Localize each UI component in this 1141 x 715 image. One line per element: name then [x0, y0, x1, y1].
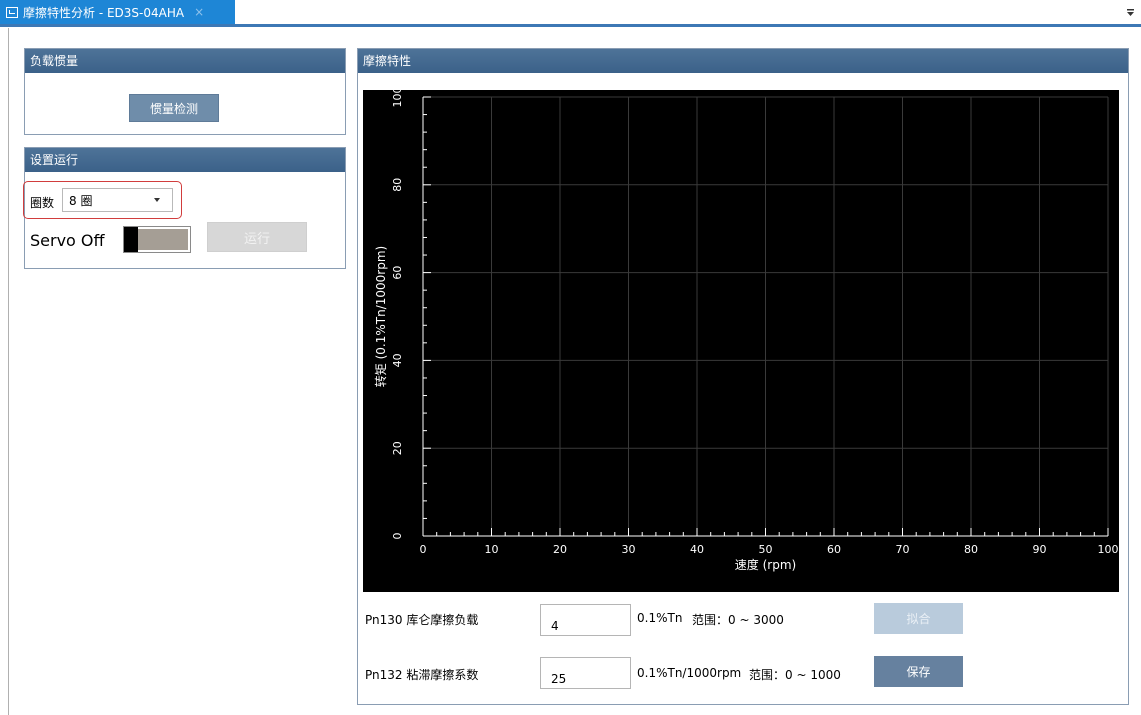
- pn132-unit: 0.1%Tn/1000rpm: [637, 666, 742, 680]
- x-axis-label: 速度 (rpm): [735, 557, 796, 572]
- y-tick-label: 100: [391, 90, 404, 108]
- y-tick-label: 0: [391, 533, 404, 540]
- x-tick-label: 70: [896, 543, 910, 556]
- x-tick-label: 100: [1098, 543, 1119, 556]
- servo-toggle-track: [136, 229, 188, 250]
- pn130-label: Pn130 库仑摩擦负载: [365, 613, 479, 627]
- run-setup-title: 设置运行: [25, 148, 345, 172]
- x-tick-label: 60: [827, 543, 841, 556]
- y-tick-label: 40: [391, 353, 404, 367]
- x-tick-label: 80: [964, 543, 978, 556]
- x-tick-label: 20: [553, 543, 567, 556]
- x-tick-label: 40: [690, 543, 704, 556]
- pn130-range: 范围：0 ~ 3000: [692, 613, 784, 627]
- tab-friction-analysis[interactable]: 摩擦特性分析 - ED3S-04AHA ×: [0, 0, 235, 24]
- chart-icon: [6, 6, 18, 18]
- servo-toggle-knob[interactable]: [124, 227, 138, 252]
- tab-title: 摩擦特性分析 - ED3S-04AHA: [23, 5, 185, 20]
- y-tick-label: 80: [391, 178, 404, 192]
- turns-highlight-box: [23, 181, 182, 219]
- pn130-unit: 0.1%Tn: [637, 611, 683, 625]
- tab-overflow-icon[interactable]: [1126, 8, 1135, 17]
- save-button[interactable]: 保存: [874, 656, 963, 687]
- load-inertia-title: 负载惯量: [25, 49, 345, 73]
- pn132-label: Pn132 粘滞摩擦系数: [365, 668, 479, 682]
- x-tick-label: 30: [622, 543, 636, 556]
- load-inertia-panel: 负载惯量 惯量检测: [24, 48, 346, 135]
- document-tab-bar: 摩擦特性分析 - ED3S-04AHA ×: [0, 0, 1141, 27]
- servo-label: Servo Off: [30, 231, 105, 250]
- friction-title: 摩擦特性: [358, 49, 1128, 73]
- y-tick-label: 60: [391, 266, 404, 280]
- x-tick-label: 50: [759, 543, 773, 556]
- pn132-range: 范围：0 ~ 1000: [749, 668, 841, 682]
- y-axis-label: 转矩 (0.1%Tn/1000rpm): [373, 246, 388, 387]
- pn130-input[interactable]: 4: [540, 604, 631, 636]
- y-tick-label: 20: [391, 441, 404, 455]
- run-button[interactable]: 运行: [207, 222, 307, 252]
- servo-toggle[interactable]: [123, 226, 191, 253]
- tab-close-icon[interactable]: ×: [194, 5, 204, 19]
- pn132-input[interactable]: 25: [540, 657, 631, 689]
- fit-button[interactable]: 拟合: [874, 603, 963, 634]
- x-tick-label: 90: [1033, 543, 1047, 556]
- inertia-detect-button[interactable]: 惯量检测: [129, 94, 219, 122]
- chart-background: [363, 90, 1119, 592]
- friction-chart: 0 10 20 30 40 50 60 70 80 90 100 0 20 40 60 80 100 速度 (rp…: [363, 90, 1119, 592]
- x-tick-label: 0: [420, 543, 427, 556]
- x-tick-label: 10: [485, 543, 499, 556]
